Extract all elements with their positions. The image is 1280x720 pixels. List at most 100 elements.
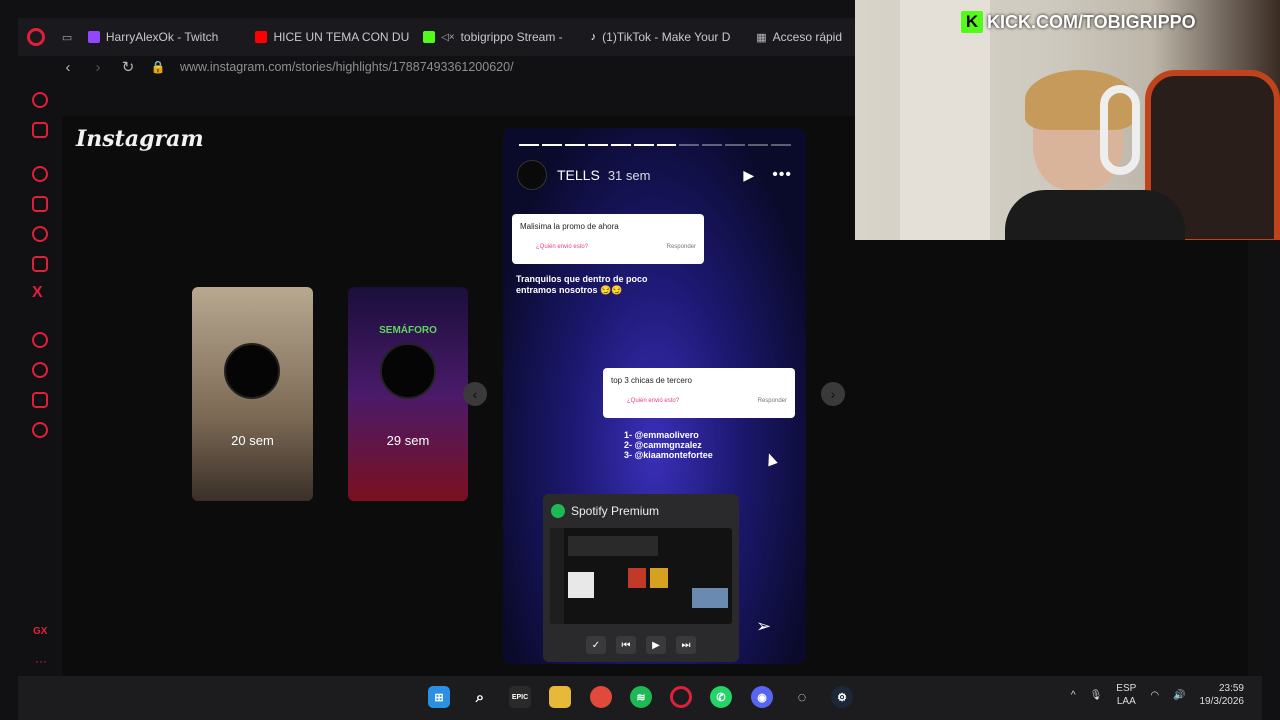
speed-dial-icon: ▦: [756, 31, 767, 44]
chevron-up-icon[interactable]: ^: [1071, 690, 1076, 701]
epic-games-button[interactable]: EPIC: [509, 686, 531, 708]
file-explorer-button[interactable]: [549, 686, 571, 708]
reload-button[interactable]: ↻: [120, 58, 136, 76]
tab-label: tobigrippo Stream -: [460, 30, 563, 44]
story-thumbnail[interactable]: SEMÁFORO 29 sem: [348, 287, 468, 501]
next-story-button[interactable]: ›: [821, 382, 845, 406]
settings-sidebar-icon[interactable]: [32, 422, 48, 438]
tab-youtube[interactable]: HICE UN TEMA CON DU: [247, 22, 415, 52]
gx-control-icon[interactable]: [32, 92, 48, 108]
desktop-screen: ▭ HarryAlexOk - Twitch HICE UN TEMA CON …: [0, 0, 1280, 720]
language-indicator[interactable]: ESP LAA: [1116, 682, 1136, 708]
previous-track-button[interactable]: ⏮: [616, 636, 636, 654]
story-name-list: 1- @emmaolivero 2- @cammgnzalez 3- @kiaa…: [624, 430, 713, 460]
tab-speed-dial[interactable]: ▦ Acceso rápid: [748, 22, 858, 52]
progress-segment: [771, 144, 792, 146]
page-scrollbar[interactable]: [1250, 240, 1260, 676]
clock-time: 23:59: [1218, 683, 1244, 694]
kick-logo-icon: K: [961, 11, 983, 33]
story-thumbnail[interactable]: 20 sem: [192, 287, 313, 501]
start-button[interactable]: ⊞: [428, 686, 450, 708]
avatar[interactable]: [517, 160, 547, 190]
discord-sidebar-icon[interactable]: [32, 196, 48, 212]
snapshot-button[interactable]: ▭: [54, 22, 80, 52]
tab-kick[interactable]: ◁× tobigrippo Stream -: [415, 22, 583, 52]
play-button[interactable]: ▶: [646, 636, 666, 654]
twitch-sidebar-icon[interactable]: [32, 166, 48, 182]
address-bar-row: ‹ › ↻ 🔒 www.instagram.com/stories/highli…: [60, 56, 858, 78]
steam-taskbar-button[interactable]: ⚙: [831, 686, 853, 708]
list-item: 3- @kiaamontefortee: [624, 450, 713, 460]
volume-icon[interactable]: 🔊: [1173, 690, 1185, 701]
chrome-button[interactable]: [590, 686, 612, 708]
obs-taskbar-button[interactable]: ◌: [791, 686, 813, 708]
progress-segment: [519, 144, 539, 146]
search-button[interactable]: ⌕: [469, 686, 491, 708]
question-card: top 3 chicas de tercero ¿Quién envió est…: [603, 368, 795, 418]
extensions-sidebar-icon[interactable]: [32, 392, 48, 408]
story-age: 29 sem: [386, 433, 430, 448]
story-caption: Tranquilos que dentro de poco entramos n…: [516, 274, 648, 295]
microphone-icon[interactable]: 🎙: [1090, 690, 1103, 701]
send-icon[interactable]: ➢: [756, 616, 771, 637]
tab-tiktok[interactable]: ♪ (1)TikTok - Make Your D: [583, 22, 749, 52]
webcam-overlay: [855, 0, 1280, 240]
spotify-preview-popup: Spotify Premium ✓ ⏮ ▶ ⏭: [543, 494, 739, 662]
opera-menu-button[interactable]: [18, 18, 54, 56]
discord-taskbar-button[interactable]: ◉: [751, 686, 773, 708]
list-item: 2- @cammgnzalez: [624, 440, 702, 450]
forward-button[interactable]: ›: [90, 59, 106, 76]
more-options-button[interactable]: •••: [772, 166, 792, 184]
story-thumb-title: SEMÁFORO: [379, 325, 437, 336]
wifi-icon[interactable]: ◠: [1150, 690, 1159, 701]
steam-icon: ⚙: [837, 691, 847, 704]
like-button[interactable]: ✓: [586, 636, 606, 654]
obs-icon: ◌: [797, 688, 807, 706]
spotify-taskbar-button[interactable]: ≋: [630, 686, 652, 708]
opera-gx-taskbar-button[interactable]: [670, 686, 692, 708]
list-item: 1- @emmaolivero: [624, 430, 699, 440]
mute-icon: ◁×: [441, 31, 455, 43]
gx-corner-icon[interactable]: [32, 122, 48, 138]
chevron-right-icon: ›: [830, 386, 836, 402]
lock-icon: 🔒: [150, 60, 166, 74]
progress-segment: [541, 144, 562, 146]
windows-taskbar: ⊞ ⌕ EPIC ≋ ✆ ◉ ◌ ⚙ ^ 🎙 ESP LAA ◠ 🔊 23:59…: [18, 676, 1262, 720]
clock[interactable]: 23:59 19/3/2026: [1200, 682, 1245, 708]
player-sidebar-icon[interactable]: [32, 332, 48, 348]
story-progress: [519, 144, 792, 146]
whatsapp-taskbar-button[interactable]: ✆: [710, 686, 732, 708]
discord-icon: ◉: [757, 691, 767, 704]
window-thumbnail[interactable]: [550, 528, 732, 624]
prev-story-button[interactable]: ‹: [463, 382, 487, 406]
spotify-icon: [551, 504, 565, 518]
tab-twitch[interactable]: HarryAlexOk - Twitch: [80, 22, 248, 52]
back-button[interactable]: ‹: [60, 59, 76, 76]
story-age: 31 sem: [607, 167, 651, 183]
progress-segment: [679, 144, 700, 146]
question-sender: ¿Quién envió esto?: [536, 244, 589, 250]
url-field[interactable]: www.instagram.com/stories/highlights/178…: [180, 60, 514, 74]
play-button[interactable]: ▶: [743, 167, 754, 184]
next-track-button[interactable]: ⏭: [676, 636, 696, 654]
clock-date: 19/3/2026: [1199, 696, 1245, 707]
story-age: 20 sem: [231, 433, 274, 448]
progress-segment: [587, 144, 608, 146]
instagram-logo[interactable]: Instagram: [76, 126, 204, 152]
workspace-icon: ▭: [61, 31, 73, 44]
spotify-icon: ≋: [636, 691, 646, 704]
progress-segment: [748, 144, 769, 146]
history-sidebar-icon[interactable]: [32, 362, 48, 378]
progress-segment: [633, 144, 654, 146]
whatsapp-sidebar-icon[interactable]: [32, 226, 48, 242]
tiktok-icon: ♪: [590, 31, 597, 43]
reply-label: Responder: [757, 398, 787, 404]
kick-icon: [423, 31, 436, 43]
story-username[interactable]: TELLS: [557, 167, 600, 183]
kick-watermark: K KICK.COM/TOBIGRIPPO: [961, 11, 1196, 33]
instagram-sidebar-icon[interactable]: [32, 256, 48, 272]
youtube-icon: [255, 31, 268, 43]
x-sidebar-icon[interactable]: X: [32, 284, 43, 302]
progress-segment: [725, 144, 746, 146]
more-icon[interactable]: ···: [35, 654, 47, 668]
